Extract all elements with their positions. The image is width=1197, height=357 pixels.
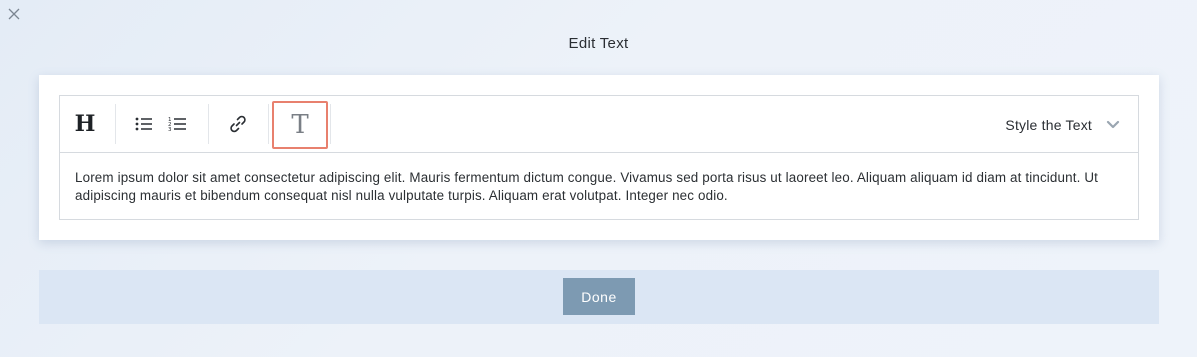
link-icon bbox=[230, 115, 246, 133]
text-style-button[interactable]: T bbox=[272, 101, 328, 149]
toolbar-divider bbox=[115, 104, 116, 144]
dialog-title: Edit Text bbox=[568, 35, 629, 52]
toolbar-divider bbox=[208, 104, 209, 144]
toolbar-divider bbox=[268, 104, 269, 144]
style-select-label: Style the Text bbox=[1005, 117, 1092, 133]
text-style-icon: T bbox=[291, 110, 309, 140]
rich-text-editor: H 1 2 3 T Style the Text Lorem ipsum dol… bbox=[59, 95, 1139, 220]
numbered-list-button[interactable]: 1 2 3 bbox=[166, 113, 190, 135]
bullet-list-icon bbox=[135, 117, 152, 131]
bullet-list-button[interactable] bbox=[132, 113, 156, 135]
close-button[interactable] bbox=[6, 6, 22, 22]
heading-icon: H bbox=[74, 111, 96, 137]
close-icon bbox=[8, 8, 20, 20]
editor-card: H 1 2 3 T Style the Text Lorem ipsum dol… bbox=[39, 75, 1159, 240]
chevron-down-icon bbox=[1106, 120, 1120, 129]
svg-text:3: 3 bbox=[168, 127, 172, 133]
heading-button[interactable]: H bbox=[70, 110, 100, 138]
editor-toolbar: H 1 2 3 T Style the Text bbox=[60, 96, 1138, 153]
done-button[interactable]: Done bbox=[563, 278, 635, 315]
style-text-dropdown[interactable]: Style the Text bbox=[1005, 114, 1120, 136]
toolbar-divider bbox=[330, 104, 331, 144]
numbered-list-icon: 1 2 3 bbox=[168, 117, 186, 133]
dialog-footer: Done bbox=[39, 270, 1159, 324]
editor-content[interactable]: Lorem ipsum dolor sit amet consectetur a… bbox=[75, 169, 1125, 205]
link-button[interactable] bbox=[226, 112, 250, 136]
